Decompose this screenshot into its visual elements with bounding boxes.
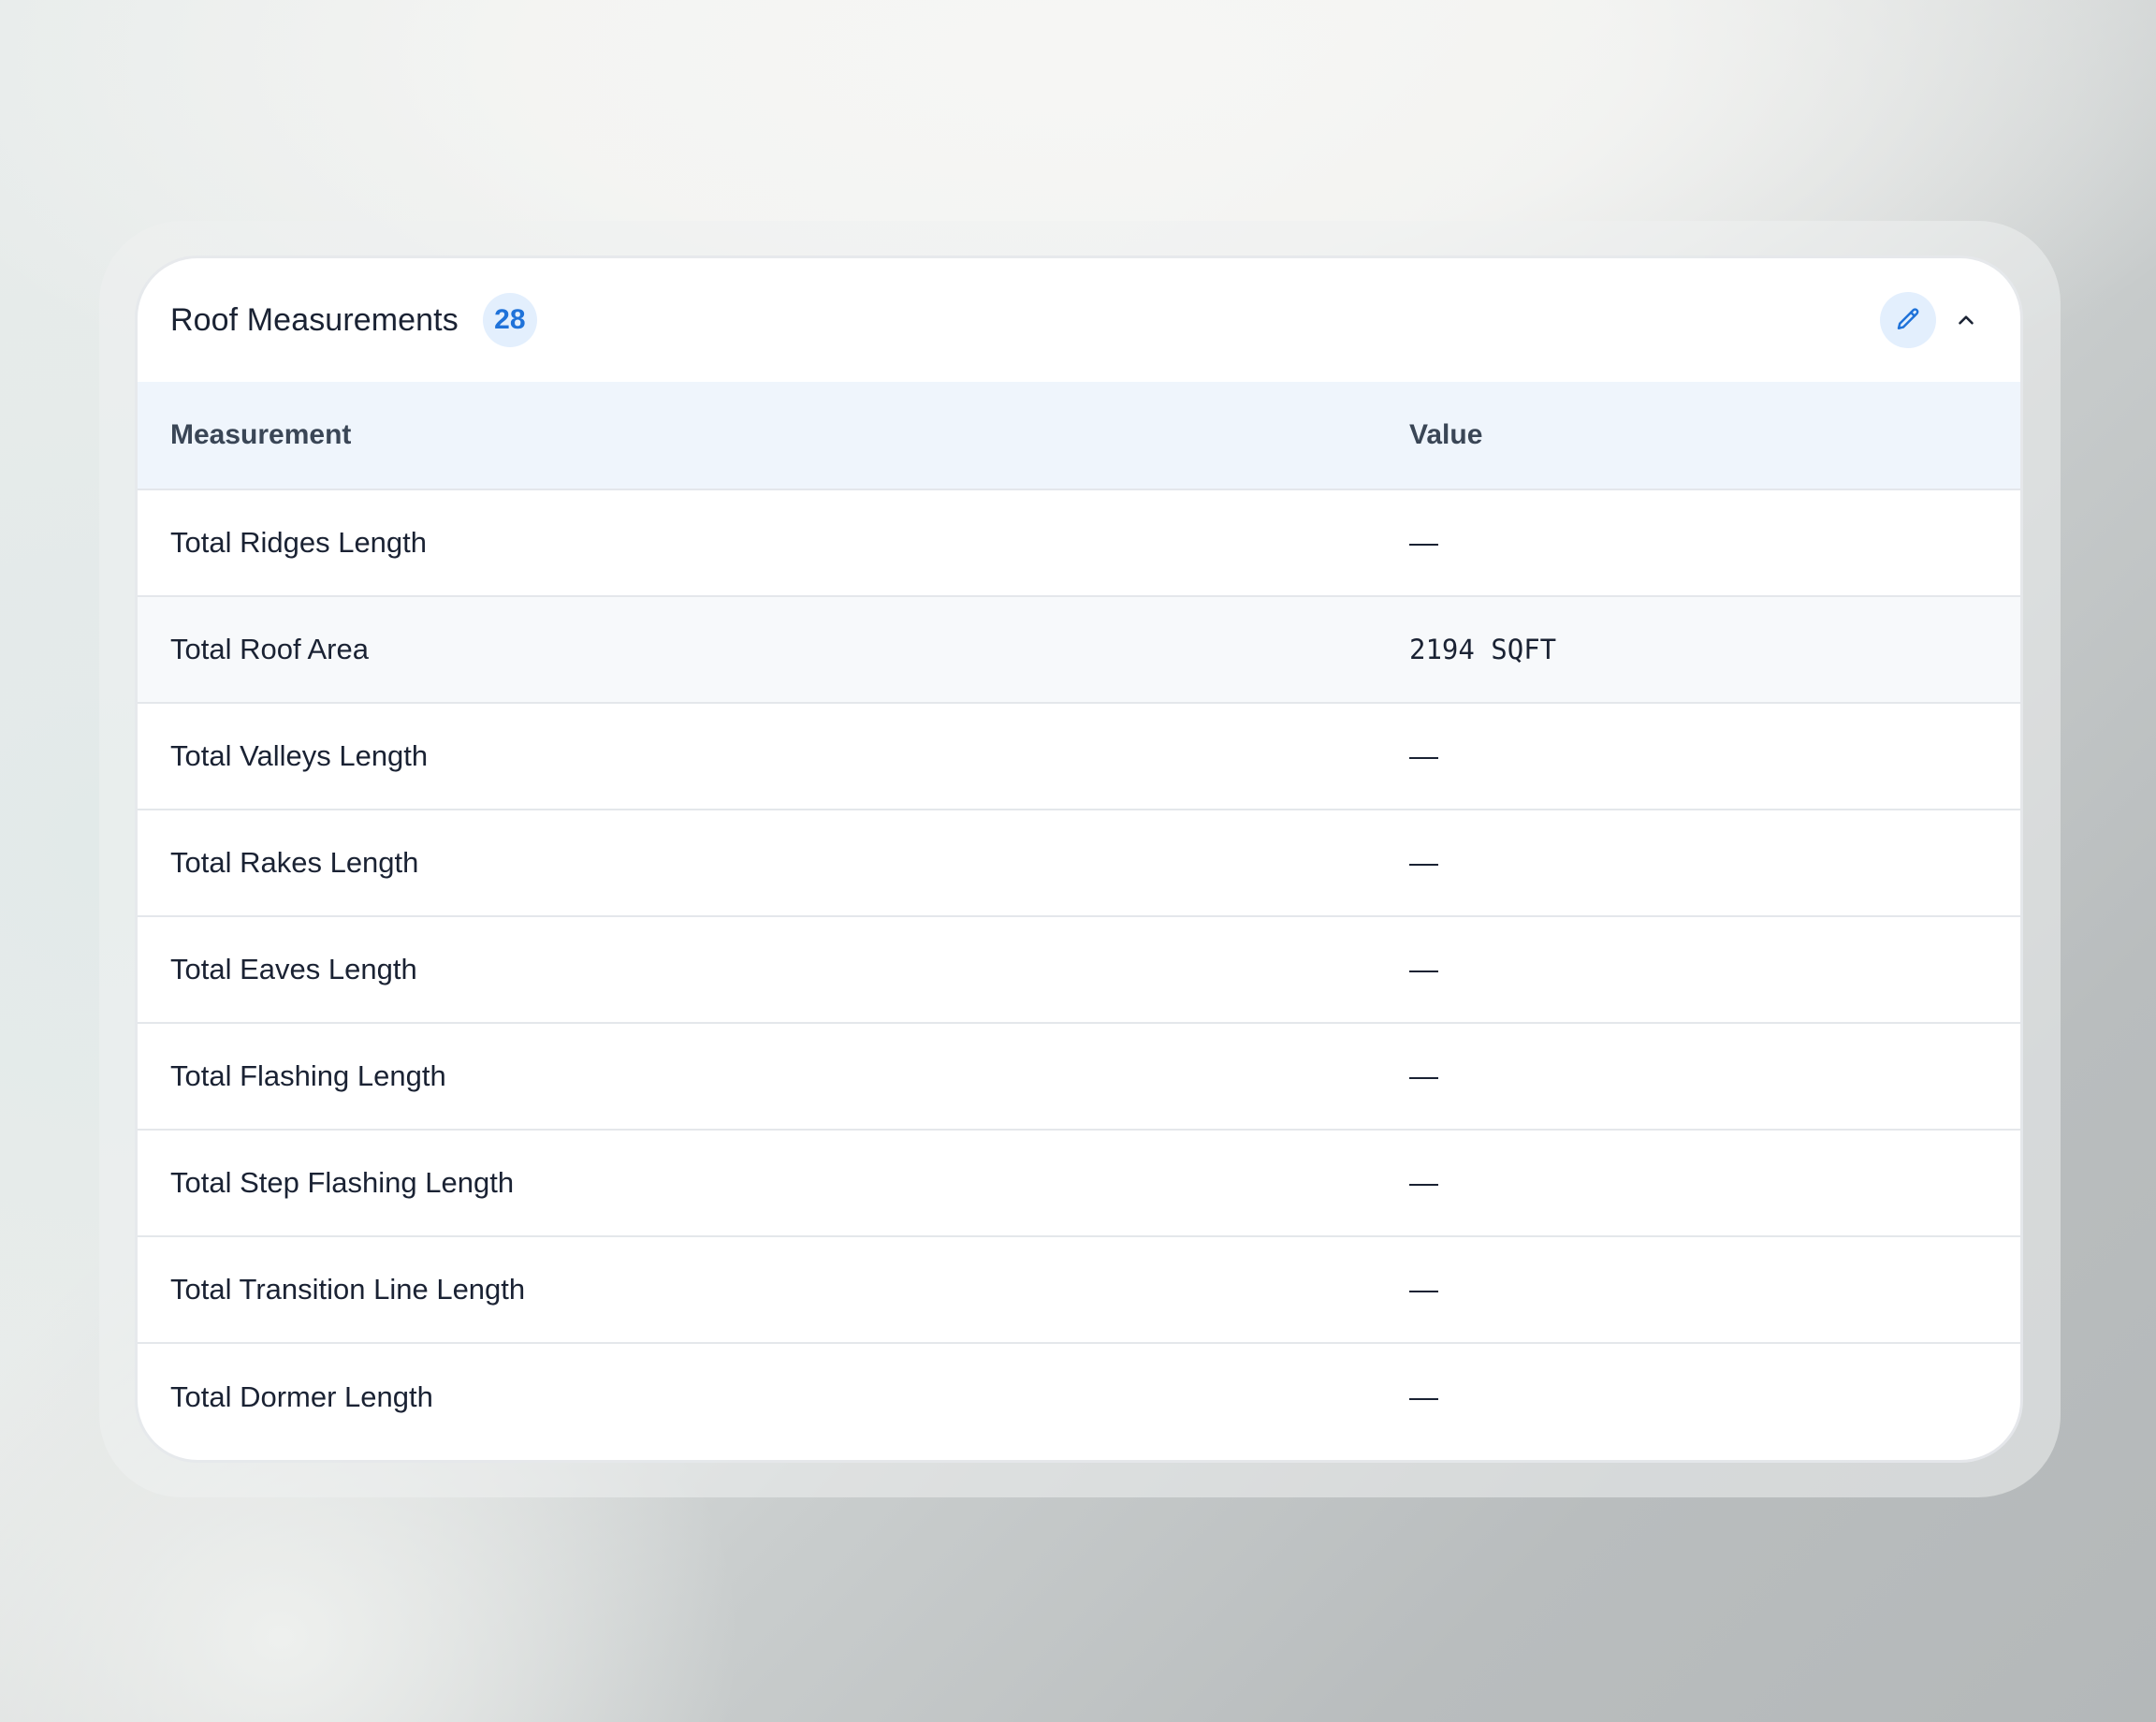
measurements-table: Measurement Value Total Ridges Length — … — [138, 382, 2020, 1450]
measurement-value: — — [1409, 846, 1438, 879]
roof-measurements-panel: Roof Measurements 28 Measurement Value T… — [138, 258, 2020, 1460]
measurement-value: 2194 SQFT — [1409, 634, 1557, 665]
table-row[interactable]: Total Step Flashing Length — — [138, 1130, 2020, 1236]
measurement-value: — — [1409, 1166, 1438, 1199]
table-row[interactable]: Total Rakes Length — — [138, 810, 2020, 916]
measurement-label: Total Eaves Length — [170, 953, 417, 985]
edit-button[interactable] — [1880, 292, 1936, 348]
measurement-value: — — [1409, 1379, 1438, 1413]
table-row[interactable]: Total Transition Line Length — — [138, 1236, 2020, 1343]
measurement-value: — — [1409, 526, 1438, 559]
measurement-label: Total Step Flashing Length — [170, 1166, 515, 1199]
collapse-button[interactable] — [1945, 299, 1987, 341]
measurement-value: — — [1409, 1059, 1438, 1092]
column-header-value[interactable]: Value — [1409, 382, 2020, 489]
measurement-value: — — [1409, 739, 1438, 772]
panel-title: Roof Measurements — [170, 301, 459, 338]
measurement-label: Total Rakes Length — [170, 846, 419, 879]
pencil-icon — [1897, 308, 1919, 329]
table-header-row: Measurement Value — [138, 382, 2020, 489]
measurement-label: Total Dormer Length — [170, 1379, 433, 1413]
table-row[interactable]: Total Dormer Length — — [138, 1343, 2020, 1450]
measurement-label: Total Roof Area — [170, 633, 369, 665]
measurement-label: Total Ridges Length — [170, 526, 428, 559]
measurement-value: — — [1409, 953, 1438, 985]
table-row[interactable]: Total Eaves Length — — [138, 916, 2020, 1023]
table-row[interactable]: Total Ridges Length — — [138, 489, 2020, 596]
panel-header: Roof Measurements 28 — [138, 258, 2020, 382]
count-badge: 28 — [482, 293, 537, 347]
column-header-measurement[interactable]: Measurement — [138, 382, 1409, 489]
measurement-label: Total Transition Line Length — [170, 1273, 526, 1306]
measurement-value: — — [1409, 1273, 1438, 1306]
table-row[interactable]: Total Roof Area 2194 SQFT — [138, 596, 2020, 703]
measurement-label: Total Valleys Length — [170, 739, 429, 772]
chevron-up-icon — [1959, 315, 1974, 325]
table-row[interactable]: Total Flashing Length — — [138, 1023, 2020, 1130]
table-row[interactable]: Total Valleys Length — — [138, 703, 2020, 810]
measurement-label: Total Flashing Length — [170, 1059, 446, 1092]
